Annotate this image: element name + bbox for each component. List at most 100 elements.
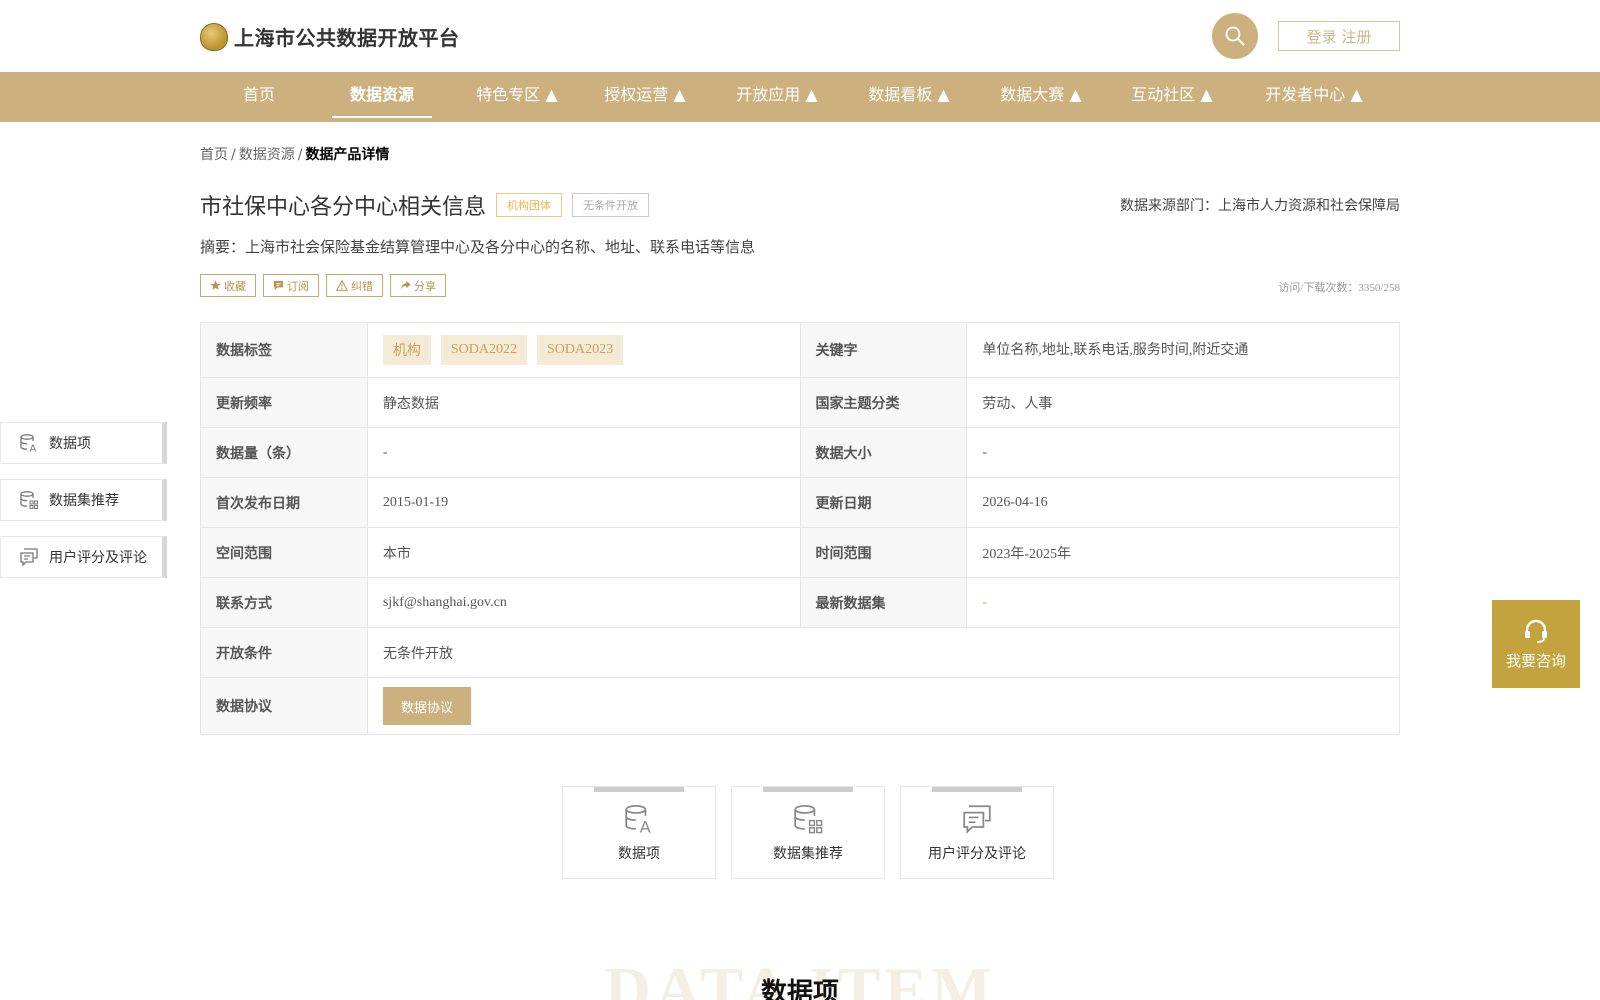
consult-label: 我要咨询 [1505,651,1566,670]
metadata-table: 数据标签 机构 SODA2022 SODA2023 关键字 单位名称,地址,联系… [200,322,1400,735]
login-register-button[interactable]: 登录 注册 [1278,21,1400,51]
card-label: 数据项 [618,846,660,862]
open-type-tag: 无条件开放 [572,193,650,217]
subscribe-icon [273,280,284,291]
card-top-bar [763,787,853,792]
page-title: 市社保中心各分中心相关信息 [200,195,487,220]
side-nav-ratings-comments[interactable]: 用户评分及评论 [0,536,167,578]
share-icon [400,280,411,290]
nav-item-home[interactable]: 首页 [229,72,289,122]
category-tag: 机构团体 [496,193,563,217]
action-bar: 收藏 订阅 纠错 分享 [200,274,453,297]
nav-item-featured-zones[interactable]: 特色专区 ▲ [467,72,567,122]
breadcrumb-home[interactable]: 首页 [200,147,228,163]
update-frequency-label: 更新频率 [201,378,368,427]
comments-icon [20,548,38,567]
card-dataset-recommend[interactable]: 数据集推荐 [731,786,885,879]
side-nav-label: 数据集推荐 [49,493,119,509]
first-publish-label: 首次发布日期 [201,478,368,527]
update-frequency-value: 静态数据 [368,378,801,427]
main-nav: 首页 数据资源 特色专区 ▲ 授权运营 ▲ 开放应用 ▲ 数据看板 ▲ 数据大赛… [0,72,1600,122]
table-row: 更新频率 静态数据 国家主题分类 劳动、人事 [201,378,1399,428]
nav-item-authorized-ops[interactable]: 授权运营 ▲ [595,72,695,122]
side-nav-label: 用户评分及评论 [49,550,147,566]
database-text-icon: A [625,804,651,835]
data-agreement-button[interactable]: 数据协议 [383,687,472,725]
card-label: 数据集推荐 [773,846,843,862]
logo-emblem-icon [200,22,228,51]
card-data-items[interactable]: A 数据项 [562,786,716,879]
data-tags-value: 机构 SODA2022 SODA2023 [368,323,801,377]
card-top-bar [932,787,1022,792]
keywords-label: 关键字 [800,323,968,377]
data-count-label: 数据量（条） [201,428,368,477]
keywords-value: 单位名称,地址,联系电话,服务时间,附近交通 [982,343,1249,358]
database-grid-icon [20,491,38,509]
report-error-button[interactable]: 纠错 [326,274,383,297]
contact-label: 联系方式 [201,578,368,627]
consult-button[interactable]: 我要咨询 [1492,600,1580,688]
breadcrumb: 首页 / 数据资源 / 数据产品详情 [200,144,389,164]
subscribe-button[interactable]: 订阅 [263,274,319,297]
table-row: 首次发布日期 2015-01-19 更新日期 2026-04-16 [201,478,1399,528]
table-row: 开放条件 无条件开放 [201,628,1399,678]
data-tag-chip[interactable]: 机构 [382,335,431,365]
table-row: 数据量（条） - 数据大小 - [201,428,1399,478]
nav-item-developer-center[interactable]: 开发者中心 ▲ [1254,72,1374,122]
data-size-label: 数据大小 [800,428,968,477]
side-nav-dataset-recommend[interactable]: 数据集推荐 [0,479,167,521]
share-label: 分享 [414,279,436,293]
section-title: 数据项 [760,978,839,1000]
agreement-label: 数据协议 [201,678,368,734]
latest-dataset-link[interactable]: - [967,578,1399,627]
national-theme-value: 劳动、人事 [982,396,1053,412]
source-department: 数据来源部门：上海市人力资源和社会保障局 [1120,198,1400,214]
favorite-button[interactable]: 收藏 [200,274,256,297]
card-label: 用户评分及评论 [928,846,1026,862]
nav-item-data-resources[interactable]: 数据资源 [332,72,432,118]
nav-item-data-contest[interactable]: 数据大赛 ▲ [991,72,1091,122]
update-date-label: 更新日期 [800,478,968,527]
share-button[interactable]: 分享 [390,274,446,297]
nav-item-open-apps[interactable]: 开放应用 ▲ [727,72,827,122]
subscribe-label: 订阅 [287,279,309,293]
data-tag-chip[interactable]: SODA2022 [440,335,527,365]
svg-text:A: A [30,444,37,454]
site-logo[interactable]: 上海市公共数据开放平台 [200,22,460,51]
search-button[interactable] [1212,13,1258,59]
space-range-label: 空间范围 [201,528,368,577]
side-nav-label: 数据项 [49,436,91,452]
database-grid-icon [794,804,823,834]
national-theme-label: 国家主题分类 [800,378,968,427]
warning-icon [336,280,348,291]
space-range-value: 本市 [368,528,801,577]
table-row: 数据协议 数据协议 [201,678,1399,734]
update-date-value: 2026-04-16 [982,494,1048,510]
star-icon [210,280,221,290]
site-title: 上海市公共数据开放平台 [234,26,460,50]
summary-text: 摘要：上海市社会保险基金结算管理中心及各分中心的名称、地址、联系电话等信息 [200,238,756,256]
card-ratings-comments[interactable]: 用户评分及评论 [900,786,1054,879]
time-range-label: 时间范围 [800,528,968,577]
table-row: 联系方式 sjkf@shanghai.gov.cn 最新数据集 - [201,578,1399,628]
nav-item-data-dashboard[interactable]: 数据看板 ▲ [859,72,959,122]
breadcrumb-separator: / [231,147,236,163]
visit-download-count: 访问/下载次数：3350/258 [1278,282,1400,294]
breadcrumb-current: 数据产品详情 [305,147,390,163]
breadcrumb-data-resources[interactable]: 数据资源 [239,147,295,163]
card-top-bar [594,787,684,792]
svg-text:A: A [640,818,651,835]
data-tags-label: 数据标签 [201,323,368,377]
open-condition-value: 无条件开放 [383,646,453,662]
side-nav-data-items[interactable]: A 数据项 [0,422,167,464]
header: 上海市公共数据开放平台 登录 注册 [0,0,1600,72]
data-size-value: - [982,444,988,460]
comments-icon [963,805,991,834]
data-tag-chip[interactable]: SODA2023 [536,335,624,365]
breadcrumb-separator: / [297,147,303,163]
latest-dataset-label: 最新数据集 [800,578,968,627]
headset-icon [1525,619,1547,643]
table-row: 数据标签 机构 SODA2022 SODA2023 关键字 单位名称,地址,联系… [201,323,1399,378]
nav-item-community[interactable]: 互动社区 ▲ [1122,72,1222,122]
database-text-icon: A [20,434,37,454]
